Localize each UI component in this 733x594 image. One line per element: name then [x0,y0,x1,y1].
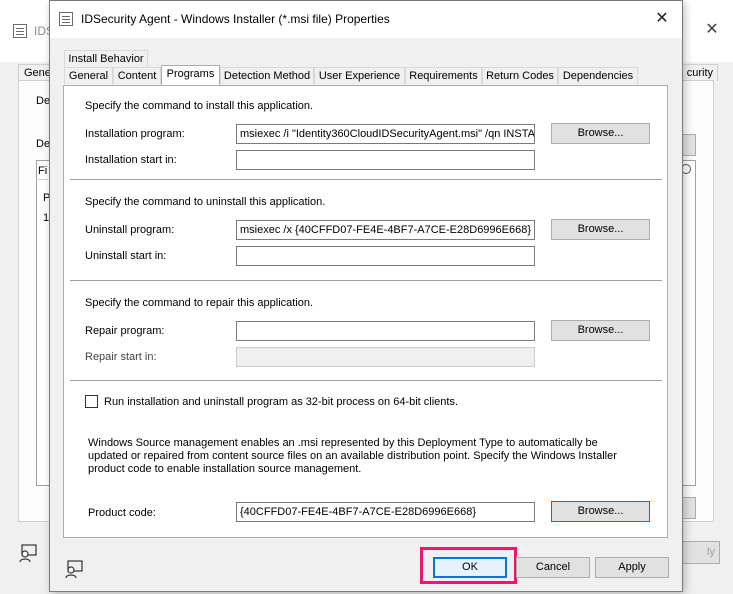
dialog-title: IDSecurity Agent - Windows Installer (*.… [81,12,390,26]
background-close-icon[interactable]: ✕ [704,22,720,38]
ok-button[interactable]: OK [433,557,507,578]
background-apply-button[interactable]: ly [683,541,720,564]
product-code-label: Product code: [88,507,156,519]
properties-window-icon [59,12,73,26]
uninstall-program-input[interactable]: msiexec /x {40CFFD07-FE4E-4BF7-A7CE-E28D… [236,220,535,240]
product-code-browse-button[interactable]: Browse... [551,501,650,522]
tab-programs[interactable]: Programs [161,65,220,85]
section-divider [70,280,662,282]
uninstall-section-heading: Specify the command to uninstall this ap… [85,196,326,208]
repair-start-in-label: Repair start in: [85,351,157,363]
background-label: De [36,95,51,107]
repair-section-heading: Specify the command to repair this appli… [85,297,314,309]
repair-program-input[interactable] [236,321,535,341]
installation-program-label: Installation program: [85,128,185,140]
source-management-info: Windows Source management enables an .ms… [88,437,617,475]
background-window-icon [13,24,27,38]
repair-start-in-input [236,347,535,367]
repair-program-browse-button[interactable]: Browse... [551,320,650,341]
user-feedback-icon[interactable] [18,543,38,563]
section-divider [70,179,662,181]
repair-program-label: Repair program: [85,325,165,337]
installation-start-in-label: Installation start in: [85,154,177,166]
run-32bit-checkbox-label: Run installation and uninstall program a… [104,396,459,408]
background-button[interactable] [683,134,696,156]
apply-button[interactable]: Apply [595,557,669,578]
section-divider [70,380,662,382]
installation-start-in-input[interactable] [236,150,535,170]
background-label: De [36,138,51,150]
close-icon[interactable]: ✕ [652,9,672,29]
background-list-header: Fi [38,165,48,180]
installation-program-browse-button[interactable]: Browse... [551,123,650,144]
tab-general[interactable]: General [64,67,113,84]
run-32bit-checkbox[interactable] [85,395,98,408]
install-section-heading: Specify the command to install this appl… [85,100,314,112]
uninstall-start-in-input[interactable] [236,246,535,266]
tab-user-experience[interactable]: User Experience [314,67,405,84]
tab-content[interactable]: Content [113,67,161,84]
tab-return-codes[interactable]: Return Codes [482,67,558,84]
tab-detection-method[interactable]: Detection Method [220,67,314,84]
product-code-input[interactable]: {40CFFD07-FE4E-4BF7-A7CE-E28D6996E668} [236,502,535,522]
tab-install-behavior[interactable]: Install Behavior [64,50,148,67]
properties-dialog: IDSecurity Agent - Windows Installer (*.… [49,0,683,592]
cancel-button[interactable]: Cancel [516,557,590,578]
uninstall-program-browse-button[interactable]: Browse... [551,219,650,240]
tab-requirements[interactable]: Requirements [405,67,482,84]
background-button[interactable] [683,497,696,519]
installation-program-input[interactable]: msiexec /i "Identity360CloudIDSecurityAg… [236,124,535,144]
user-feedback-icon[interactable] [64,559,84,579]
uninstall-program-label: Uninstall program: [85,224,175,236]
background-list-right [683,160,696,486]
programs-tab-panel: Specify the command to install this appl… [63,85,668,538]
tab-dependencies[interactable]: Dependencies [558,67,638,84]
uninstall-start-in-label: Uninstall start in: [85,250,167,262]
